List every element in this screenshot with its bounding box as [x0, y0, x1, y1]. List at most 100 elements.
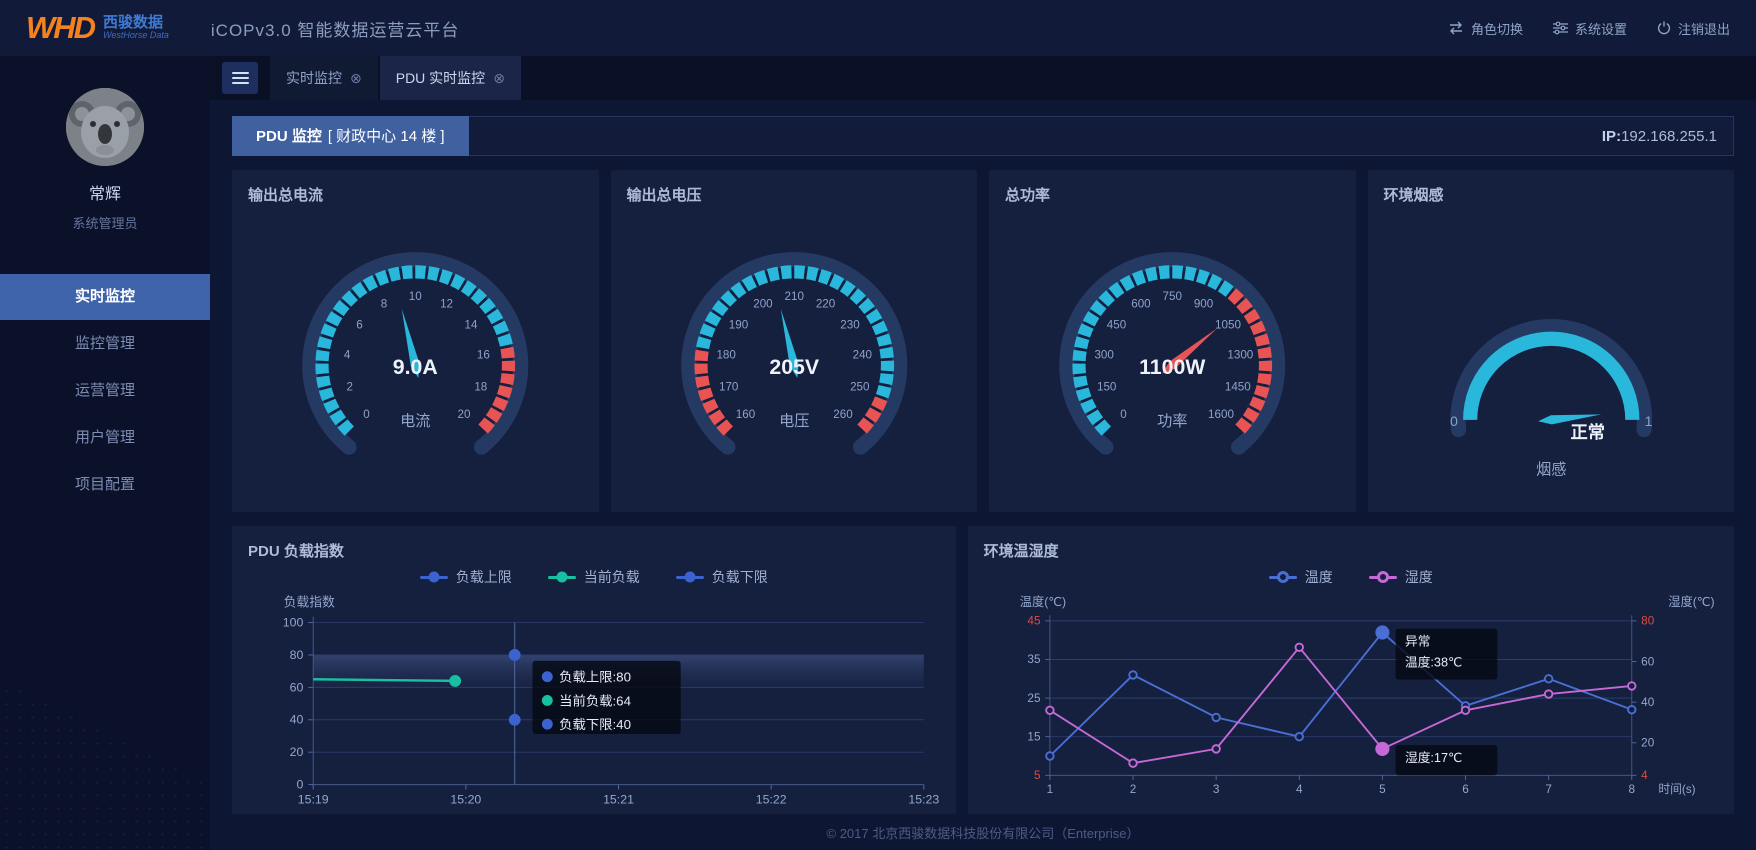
svg-text:180: 180 — [716, 348, 736, 361]
card-temp-humidity: 环境温湿度 温度 湿度 51525354542040608012345678温度… — [968, 526, 1734, 814]
legend-label: 负载上限 — [456, 567, 512, 587]
device-ip: IP:192.168.255.1 — [1602, 128, 1733, 145]
svg-text:6: 6 — [356, 319, 362, 332]
legend-marker — [1369, 576, 1397, 579]
tab-close-icon[interactable]: ⊗ — [350, 71, 362, 85]
app-title: iCOPv3.0 智能数据运营云平台 — [211, 16, 459, 41]
ip-value: 192.168.255.1 — [1621, 128, 1717, 145]
content-area: PDU 监控 [ 财政中心 14 楼 ] IP:192.168.255.1 输出… — [210, 100, 1756, 850]
system-settings-label: 系统设置 — [1575, 19, 1627, 38]
svg-text:450: 450 — [1107, 319, 1127, 332]
sidebar-item-monitor-mgmt[interactable]: 监控管理 — [0, 321, 210, 367]
logo-cn-text: 西骏数据 — [103, 15, 169, 31]
svg-text:15:23: 15:23 — [908, 792, 939, 806]
svg-text:5: 5 — [1034, 769, 1041, 782]
badge-location: [ 财政中心 14 楼 ] — [328, 125, 445, 146]
svg-text:1100W: 1100W — [1139, 355, 1206, 379]
svg-text:205V: 205V — [769, 355, 819, 379]
svg-text:300: 300 — [1094, 348, 1114, 361]
svg-text:3: 3 — [1212, 783, 1219, 796]
card-output-current: 输出总电流 024681012141618209.0A电流 — [232, 170, 599, 512]
load-chart-legend: 负载上限 当前负载 负载下限 — [248, 567, 940, 587]
hamburger-menu-button[interactable] — [222, 62, 258, 94]
svg-text:12: 12 — [440, 298, 453, 311]
tab-realtime-monitor[interactable]: 实时监控 ⊗ — [270, 56, 378, 100]
svg-text:14: 14 — [465, 319, 478, 332]
voltage-gauge: 160170180190200210220230240250260205V电压 — [627, 213, 962, 501]
tab-pdu-realtime-monitor[interactable]: PDU 实时监控 ⊗ — [380, 56, 521, 100]
tab-label: 实时监控 — [286, 68, 342, 88]
svg-text:170: 170 — [718, 380, 738, 393]
svg-text:15:21: 15:21 — [603, 792, 634, 806]
card-title: PDU 负载指数 — [248, 540, 940, 561]
role-switch-button[interactable]: 角色切换 — [1448, 19, 1523, 38]
svg-text:240: 240 — [852, 348, 872, 361]
svg-text:150: 150 — [1097, 380, 1117, 393]
svg-text:200: 200 — [753, 298, 773, 311]
svg-text:60: 60 — [1641, 655, 1655, 668]
svg-text:温度:38℃: 温度:38℃ — [1405, 654, 1462, 669]
card-title: 环境温湿度 — [984, 540, 1718, 561]
svg-text:18: 18 — [474, 380, 487, 393]
temp-humidity-chart[interactable]: 51525354542040608012345678温度(℃)湿度(℃)时间(s… — [984, 587, 1718, 804]
sidebar-item-operation-mgmt[interactable]: 运营管理 — [0, 368, 210, 414]
pdu-location-badge: PDU 监控 [ 财政中心 14 楼 ] — [232, 116, 469, 156]
svg-text:60: 60 — [290, 680, 304, 694]
svg-text:2: 2 — [1129, 783, 1136, 796]
legend-label: 负载下限 — [712, 567, 768, 587]
logout-button[interactable]: 注销退出 — [1657, 19, 1730, 38]
current-gauge: 024681012141618209.0A电流 — [248, 213, 583, 501]
system-settings-button[interactable]: 系统设置 — [1553, 19, 1627, 38]
sidebar-item-user-mgmt[interactable]: 用户管理 — [0, 415, 210, 461]
legend-load-current[interactable]: 当前负载 — [548, 567, 640, 587]
sidebar-menu: 实时监控 监控管理 运营管理 用户管理 项目配置 — [0, 274, 210, 508]
svg-text:湿度:17℃: 湿度:17℃ — [1405, 750, 1462, 765]
logo-whd-text: WHD — [26, 10, 94, 46]
legend-marker — [548, 576, 576, 579]
card-smoke-sensor: 环境烟感 01正常烟感 — [1368, 170, 1735, 512]
avatar[interactable] — [66, 88, 144, 166]
svg-text:15: 15 — [1027, 730, 1041, 743]
sidebar-item-project-config[interactable]: 项目配置 — [0, 462, 210, 508]
svg-text:210: 210 — [784, 290, 804, 303]
legend-load-lower[interactable]: 负载下限 — [676, 567, 768, 587]
svg-text:5: 5 — [1379, 783, 1386, 796]
legend-load-upper[interactable]: 负载上限 — [420, 567, 512, 587]
chart-row: PDU 负载指数 负载上限 当前负载 负载下限 — [232, 526, 1734, 814]
tab-close-icon[interactable]: ⊗ — [493, 71, 505, 85]
svg-text:1600: 1600 — [1208, 408, 1234, 421]
legend-label: 当前负载 — [584, 567, 640, 587]
badge-title: PDU 监控 — [256, 125, 322, 146]
user-role: 系统管理员 — [0, 213, 210, 232]
legend-humidity[interactable]: 湿度 — [1369, 567, 1433, 587]
card-title: 总功率 — [1005, 184, 1340, 205]
svg-text:1300: 1300 — [1227, 348, 1253, 361]
svg-text:15:20: 15:20 — [450, 792, 481, 806]
svg-text:4: 4 — [344, 348, 351, 361]
card-title: 输出总电流 — [248, 184, 583, 205]
svg-text:烟感: 烟感 — [1536, 462, 1566, 479]
svg-text:220: 220 — [815, 298, 835, 311]
brand-logo: WHD 西骏数据 WestHorse Data — [26, 10, 169, 46]
svg-text:230: 230 — [840, 319, 860, 332]
card-title: 输出总电压 — [627, 184, 962, 205]
svg-text:9.0A: 9.0A — [393, 355, 438, 379]
svg-text:异常: 异常 — [1405, 634, 1430, 649]
svg-text:1050: 1050 — [1215, 319, 1241, 332]
load-index-chart[interactable]: 02040608010015:1915:2015:2115:2215:23负载指… — [248, 587, 940, 814]
svg-text:250: 250 — [850, 380, 870, 393]
legend-temperature[interactable]: 温度 — [1269, 567, 1333, 587]
card-output-voltage: 输出总电压 1601701801902002102202302402502602… — [611, 170, 978, 512]
svg-text:15:22: 15:22 — [756, 792, 787, 806]
tab-bar: 实时监控 ⊗ PDU 实时监控 ⊗ — [210, 56, 1756, 100]
sidebar-item-realtime-monitor[interactable]: 实时监控 — [0, 274, 210, 320]
svg-text:0: 0 — [1120, 408, 1127, 421]
legend-label: 湿度 — [1405, 567, 1433, 587]
svg-text:温度(℃): 温度(℃) — [1019, 594, 1065, 609]
svg-text:负载指数: 负载指数 — [284, 595, 335, 610]
svg-text:0: 0 — [296, 778, 303, 792]
svg-text:4: 4 — [1641, 769, 1648, 782]
logout-label: 注销退出 — [1678, 19, 1730, 38]
user-name: 常辉 — [0, 180, 210, 204]
svg-text:35: 35 — [1027, 653, 1041, 666]
